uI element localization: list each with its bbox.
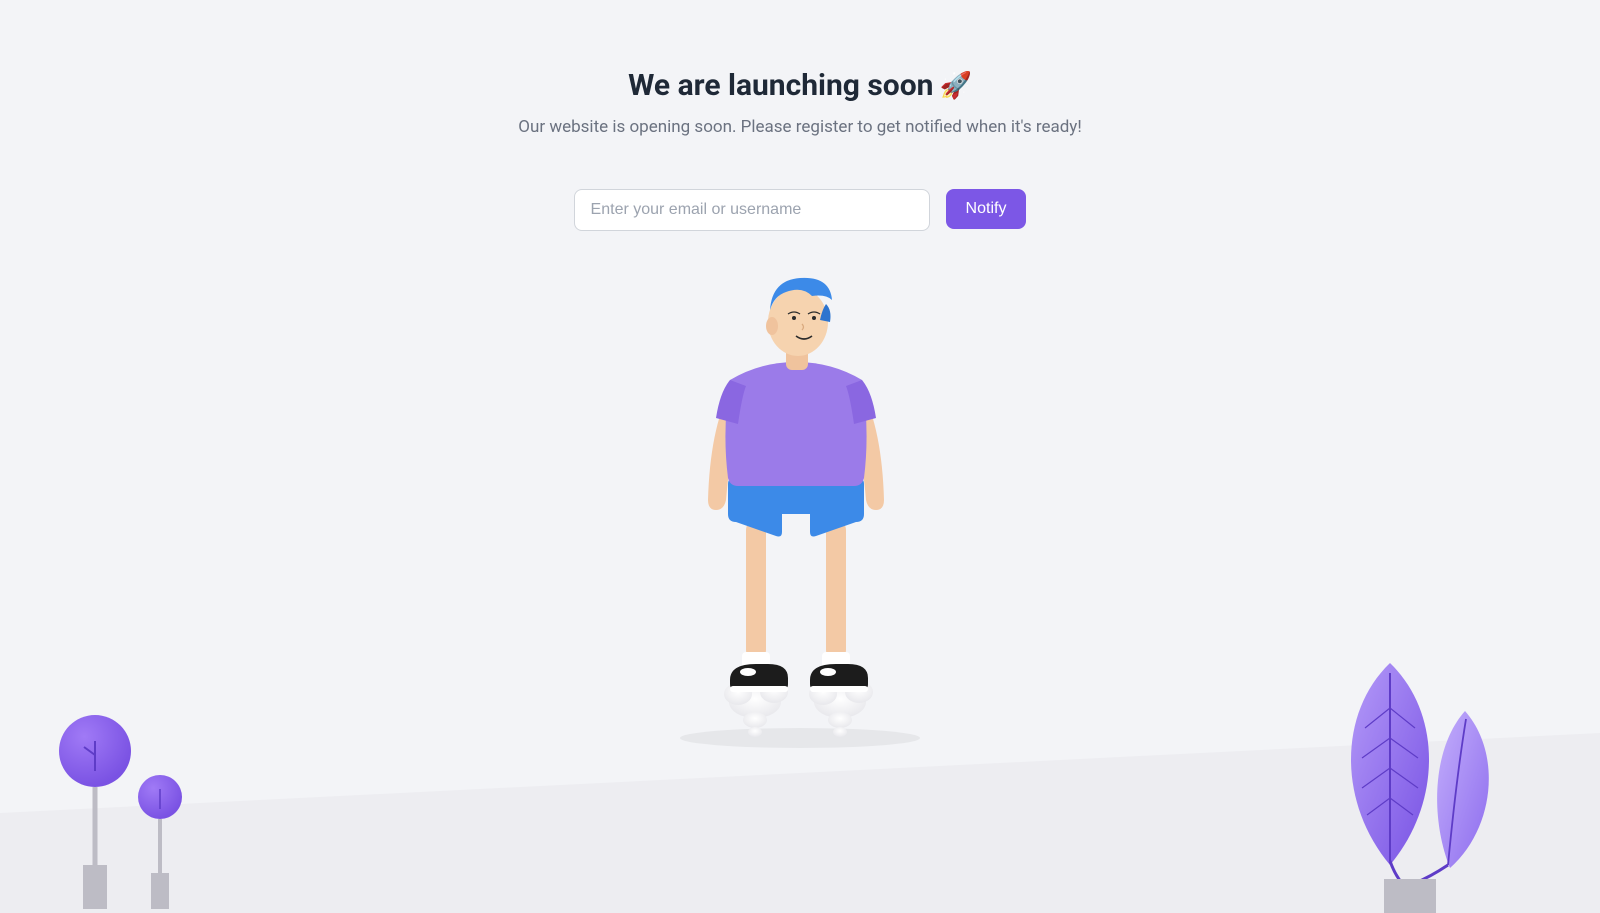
email-input[interactable] bbox=[574, 189, 930, 231]
hero-content: We are launching soon 🚀 Our website is o… bbox=[0, 0, 1600, 231]
page-heading: We are launching soon 🚀 bbox=[628, 68, 972, 103]
decorative-trees-left bbox=[50, 713, 230, 913]
notify-button[interactable]: Notify bbox=[946, 189, 1027, 229]
notify-form: Notify bbox=[0, 189, 1600, 231]
decorative-plant-right bbox=[1320, 653, 1550, 913]
hero-character-illustration bbox=[630, 270, 970, 750]
coming-soon-page: We are launching soon 🚀 Our website is o… bbox=[0, 0, 1600, 913]
rocket-icon: 🚀 bbox=[940, 73, 972, 99]
page-subheading: Our website is opening soon. Please regi… bbox=[0, 117, 1600, 137]
heading-text: We are launching soon bbox=[628, 68, 933, 103]
